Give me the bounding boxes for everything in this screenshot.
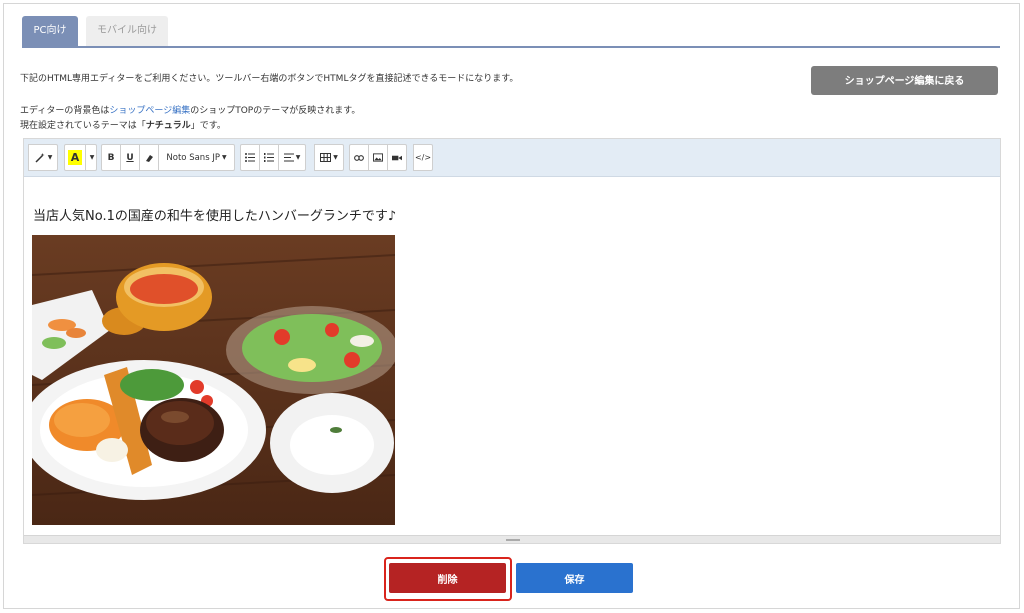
food-photo-illustration	[32, 235, 395, 525]
bold-button[interactable]: B	[101, 144, 121, 171]
editor-resize-handle[interactable]	[24, 535, 1000, 543]
table-dropdown-button[interactable]: ▼	[314, 144, 344, 171]
back-to-shop-edit-button[interactable]: ショップページ編集に戻る	[811, 66, 998, 95]
unordered-list-button[interactable]	[240, 144, 260, 171]
info-line-2-suffix: のショップTOPのテーマが反映されます。	[190, 106, 361, 116]
bullet-list-icon	[245, 153, 255, 162]
magic-wand-icon	[35, 152, 45, 163]
chevron-down-icon: ▼	[221, 154, 227, 161]
font-group: B U Noto Sans JP ▼	[101, 144, 235, 171]
save-button[interactable]: 保存	[516, 563, 633, 593]
info-line-2-prefix: エディターの背景色は	[20, 106, 110, 116]
hamburg-lunch-photo	[32, 235, 395, 525]
delete-button[interactable]: 削除	[389, 563, 506, 593]
info-line-3-suffix: 」です。	[190, 121, 226, 131]
video-icon	[392, 155, 402, 160]
color-group: A ▼	[64, 144, 97, 171]
current-theme-name: ナチュラル	[145, 121, 191, 131]
image-icon	[373, 153, 383, 162]
tab-pc[interactable]: PC向け	[22, 16, 78, 46]
html-editor: ▼ A ▼ B U Noto Sans JP ▼ ▼ ▼ </> 当店人気No.…	[23, 138, 1001, 544]
eraser-icon	[146, 154, 153, 162]
text-color-button[interactable]: A	[64, 144, 86, 171]
paragraph-group: ▼	[240, 144, 306, 171]
info-line-1: 下記のHTML専用エディターをご利用ください。ツールバー右端のボタンでHTMLタ…	[20, 74, 519, 84]
chevron-down-icon: ▼	[89, 154, 95, 161]
align-left-icon	[283, 153, 294, 162]
link-icon	[354, 154, 364, 161]
chevron-down-icon: ▼	[47, 154, 53, 161]
lead-text: 当店人気No.1の国産の和牛を使用したハンバーグランチです♪	[33, 209, 397, 224]
insert-group	[349, 144, 407, 171]
ordered-list-button[interactable]	[259, 144, 279, 171]
align-dropdown-button[interactable]: ▼	[278, 144, 306, 171]
info-line-3-prefix: 現在設定されているテーマは「	[20, 121, 146, 131]
highlight-letter-icon: A	[67, 150, 83, 165]
view-group: </>	[413, 144, 433, 171]
numbered-list-icon	[264, 153, 274, 162]
style-dropdown-button[interactable]: ▼	[28, 144, 58, 171]
editor-toolbar: ▼ A ▼ B U Noto Sans JP ▼ ▼ ▼ </>	[24, 139, 1000, 177]
chevron-down-icon: ▼	[295, 154, 301, 161]
info-line-2: エディターの背景色はショップページ編集のショップTOPのテーマが反映されます。	[20, 103, 360, 116]
insert-image-button[interactable]	[368, 144, 388, 171]
tab-mobile[interactable]: モバイル向け	[86, 16, 168, 46]
style-group: ▼	[28, 144, 58, 171]
clear-format-button[interactable]	[139, 144, 159, 171]
editor-content[interactable]: 当店人気No.1の国産の和牛を使用したハンバーグランチです♪	[24, 177, 1000, 535]
font-family-label: Noto Sans JP	[166, 152, 220, 163]
resize-grip-icon	[506, 539, 520, 541]
font-family-dropdown[interactable]: Noto Sans JP ▼	[158, 144, 235, 171]
underline-button[interactable]: U	[120, 144, 140, 171]
code-view-button[interactable]: </>	[413, 144, 433, 171]
table-group: ▼	[314, 144, 344, 171]
color-dropdown-button[interactable]: ▼	[85, 144, 97, 171]
insert-video-button[interactable]	[387, 144, 407, 171]
chevron-down-icon: ▼	[333, 154, 338, 161]
insert-link-button[interactable]	[349, 144, 369, 171]
tab-bar: PC向け モバイル向け	[22, 16, 1000, 48]
table-icon	[320, 153, 332, 162]
shop-page-edit-link[interactable]: ショップページ編集	[109, 106, 190, 116]
info-line-3: 現在設定されているテーマは「ナチュラル」です。	[20, 118, 226, 131]
